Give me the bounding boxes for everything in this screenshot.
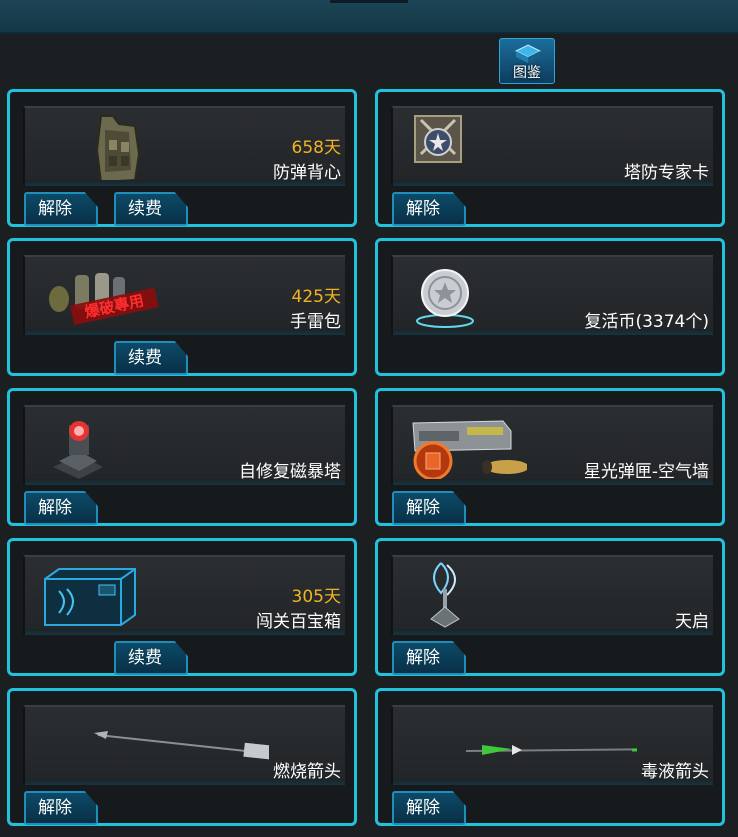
remaining-days: 658天 [291, 138, 341, 158]
item-panel: 658天 防弹背心 [23, 106, 345, 186]
item-card-revive-coin[interactable]: 复活币(3374个) [375, 238, 725, 376]
item-name: 星光弹匣-空气墙 [583, 462, 709, 482]
release-button[interactable]: 解除 [392, 791, 466, 825]
item-name: 复活币(3374个) [584, 312, 709, 332]
grenade-pack-icon: 爆破專用 [49, 273, 159, 326]
item-name: 毒液箭头 [641, 762, 709, 782]
item-name: 自修复磁暴塔 [239, 462, 341, 482]
treasure-chest-icon [44, 568, 136, 626]
item-card-treasure-chest[interactable]: 305天 闯关百宝箱 续费 [7, 538, 357, 676]
tower-defense-card-icon [414, 115, 462, 163]
renew-button[interactable]: 续费 [114, 341, 188, 375]
item-panel: 星光弹匣-空气墙 [391, 405, 713, 485]
revive-coin-icon [416, 269, 474, 328]
fire-arrow-icon [94, 731, 269, 762]
item-panel: 305天 闯关百宝箱 [23, 555, 345, 635]
remaining-days: 425天 [291, 287, 341, 307]
release-button[interactable]: 解除 [392, 192, 466, 226]
item-panel: 天启 [391, 555, 713, 635]
item-panel: 自修复磁暴塔 [23, 405, 345, 485]
magazine-icon [412, 420, 527, 481]
item-card-tesla-tower[interactable]: 自修复磁暴塔 解除 [7, 388, 357, 526]
codex-button[interactable]: 图鉴 [499, 38, 555, 84]
item-panel: 塔防专家卡 [391, 106, 713, 186]
item-name: 防弹背心 [273, 163, 341, 183]
release-button[interactable]: 解除 [24, 491, 98, 525]
item-name: 塔防专家卡 [624, 163, 709, 183]
codex-book-icon [514, 44, 542, 63]
bulletproof-vest-icon [95, 115, 141, 184]
item-card-tower-defense-card[interactable]: 塔防专家卡 解除 [375, 89, 725, 227]
renew-button[interactable]: 续费 [114, 192, 188, 226]
item-card-starlight-magazine[interactable]: 星光弹匣-空气墙 解除 [375, 388, 725, 526]
release-button[interactable]: 解除 [392, 491, 466, 525]
item-panel: 爆破專用 425天 手雷包 [23, 255, 345, 335]
top-bar-notch [330, 0, 408, 3]
apocalypse-icon [430, 562, 460, 628]
item-card-fire-arrow[interactable]: 燃烧箭头 解除 [7, 688, 357, 826]
codex-label: 图鉴 [513, 65, 541, 81]
renew-button[interactable]: 续费 [114, 641, 188, 675]
item-name: 天启 [675, 612, 709, 632]
item-name: 手雷包 [290, 312, 341, 332]
item-panel: 复活币(3374个) [391, 255, 713, 335]
release-button[interactable]: 解除 [24, 791, 98, 825]
tesla-tower-icon [53, 421, 103, 479]
release-button[interactable]: 解除 [24, 192, 98, 226]
item-panel: 燃烧箭头 [23, 705, 345, 785]
item-name: 闯关百宝箱 [256, 612, 341, 632]
item-panel: 毒液箭头 [391, 705, 713, 785]
item-card-venom-arrow[interactable]: 毒液箭头 解除 [375, 688, 725, 826]
item-name: 燃烧箭头 [273, 762, 341, 782]
venom-arrow-icon [465, 745, 637, 755]
item-card-bulletproof-vest[interactable]: 658天 防弹背心 解除 续费 [7, 89, 357, 227]
remaining-days: 305天 [291, 587, 341, 607]
release-button[interactable]: 解除 [392, 641, 466, 675]
item-card-apocalypse[interactable]: 天启 解除 [375, 538, 725, 676]
top-bar [0, 0, 738, 34]
item-card-grenade-pack[interactable]: 爆破專用 425天 手雷包 续费 [7, 238, 357, 376]
